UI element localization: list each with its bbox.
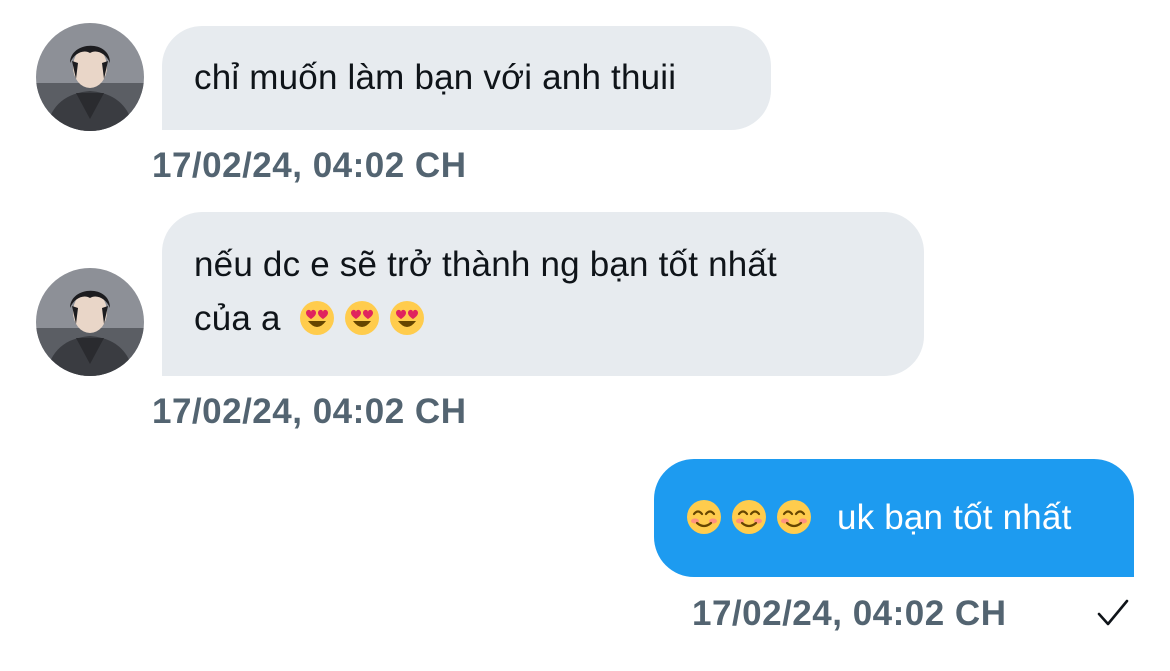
message-text: nếu dc e sẽ trở thành ng bạn tốt nhất bbox=[194, 245, 777, 284]
message-text: uk bạn tốt nhất bbox=[836, 498, 1072, 537]
heart-eyes-emoji bbox=[389, 300, 425, 336]
heart-eyes-emoji bbox=[299, 300, 335, 336]
message-text: của a bbox=[194, 299, 281, 338]
message-text-line: uk bạn tốt nhất bbox=[686, 491, 1104, 545]
avatar-photo bbox=[36, 23, 144, 131]
heart-eyes-emoji bbox=[344, 300, 380, 336]
message-text: chỉ muốn làm bạn với anh thuii bbox=[194, 58, 677, 97]
message-bubble[interactable]: uk bạn tốt nhất bbox=[654, 459, 1134, 577]
smiling-emoji bbox=[776, 499, 812, 535]
avatar-photo bbox=[36, 268, 144, 376]
message-timestamp: 17/02/24, 04:02 CH bbox=[692, 594, 1007, 633]
avatar[interactable] bbox=[36, 23, 144, 131]
smiling-emoji bbox=[686, 499, 722, 535]
message-bubble[interactable]: nếu dc e sẽ trở thành ng bạn tốt nhất củ… bbox=[162, 212, 924, 376]
message-timestamp: 17/02/24, 04:02 CH bbox=[152, 146, 467, 185]
message-text-line: của a bbox=[194, 292, 892, 346]
avatar[interactable] bbox=[36, 268, 144, 376]
smiling-emoji bbox=[731, 499, 767, 535]
message-timestamp: 17/02/24, 04:02 CH bbox=[152, 392, 467, 431]
checkmark-icon bbox=[1097, 599, 1129, 626]
message-bubble[interactable]: chỉ muốn làm bạn với anh thuii bbox=[162, 26, 771, 130]
